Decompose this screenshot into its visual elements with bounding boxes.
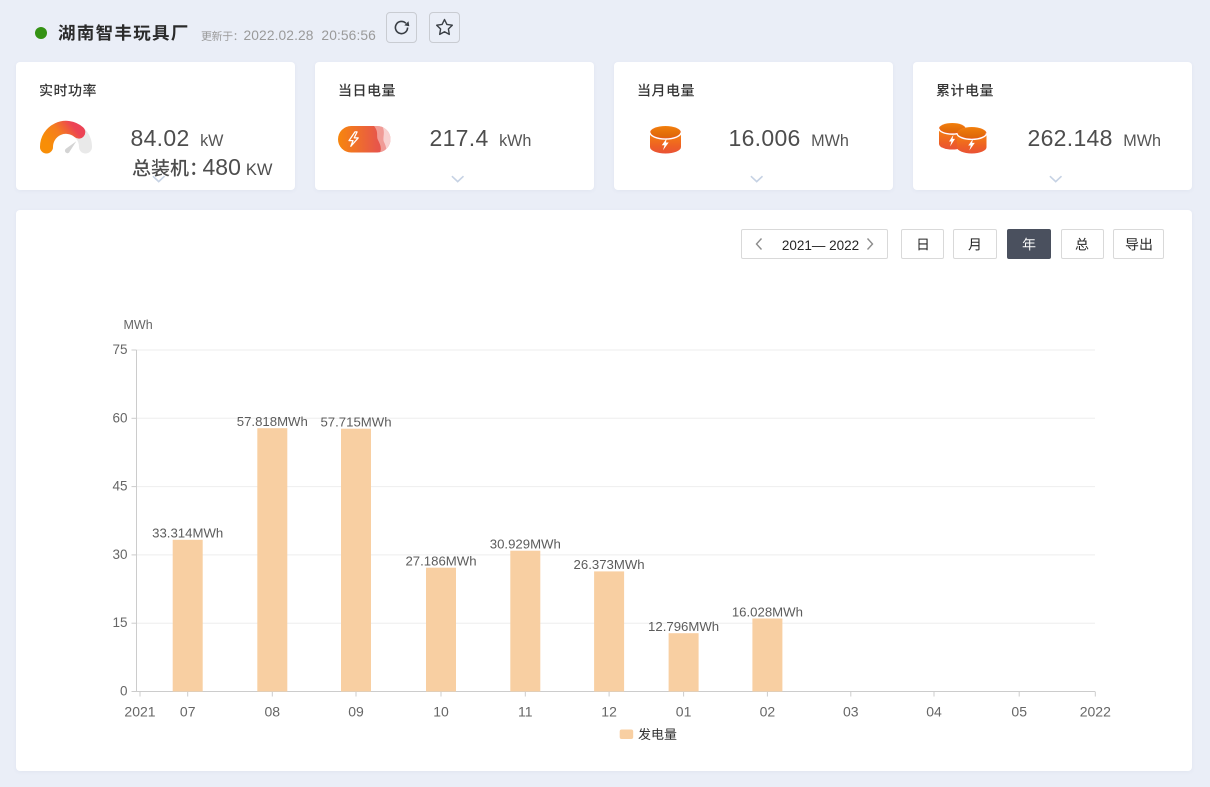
svg-text:30: 30 bbox=[112, 547, 127, 562]
svg-text:57.715MWh: 57.715MWh bbox=[320, 415, 391, 430]
svg-text:01: 01 bbox=[676, 704, 692, 720]
svg-text:30.929MWh: 30.929MWh bbox=[490, 537, 561, 552]
svg-text:12: 12 bbox=[601, 704, 617, 720]
svg-text:07: 07 bbox=[180, 704, 196, 720]
svg-text:2021: 2021 bbox=[124, 704, 155, 720]
svg-text:27.186MWh: 27.186MWh bbox=[405, 554, 476, 569]
svg-text:26.373MWh: 26.373MWh bbox=[574, 557, 645, 572]
svg-text:16.028MWh: 16.028MWh bbox=[732, 604, 803, 619]
svg-text:45: 45 bbox=[112, 479, 127, 494]
svg-text:10: 10 bbox=[433, 704, 449, 720]
svg-text:04: 04 bbox=[926, 704, 942, 720]
svg-text:09: 09 bbox=[348, 704, 364, 720]
svg-text:33.314MWh: 33.314MWh bbox=[152, 526, 223, 541]
svg-text:MWh: MWh bbox=[124, 318, 153, 332]
svg-text:60: 60 bbox=[112, 410, 127, 425]
svg-text:0: 0 bbox=[120, 684, 128, 699]
svg-text:75: 75 bbox=[112, 342, 127, 357]
svg-text:57.818MWh: 57.818MWh bbox=[237, 414, 308, 429]
svg-text:11: 11 bbox=[518, 704, 533, 720]
svg-text:02: 02 bbox=[760, 704, 776, 720]
svg-text:15: 15 bbox=[112, 615, 127, 630]
svg-text:08: 08 bbox=[265, 704, 281, 720]
svg-text:2022: 2022 bbox=[1080, 704, 1111, 720]
svg-text:12.796MWh: 12.796MWh bbox=[648, 619, 719, 634]
svg-text:05: 05 bbox=[1011, 704, 1027, 720]
svg-text:03: 03 bbox=[843, 704, 859, 720]
